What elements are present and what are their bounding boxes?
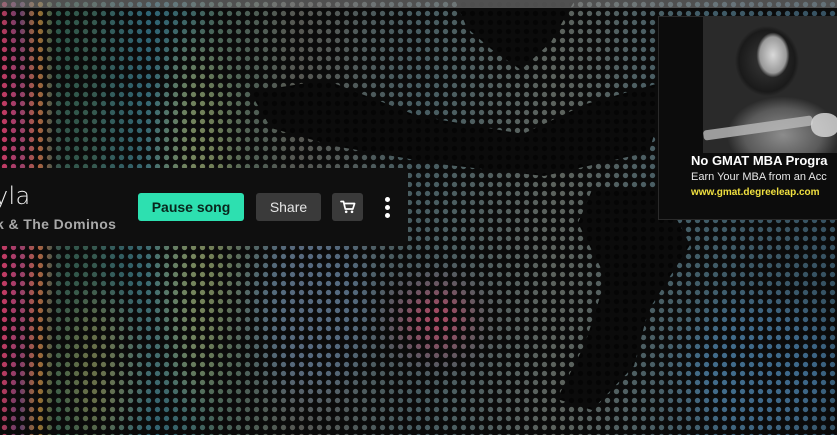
more-vertical-icon bbox=[384, 196, 390, 202]
more-vertical-icon-dot bbox=[384, 204, 390, 210]
now-playing-card: yla k & The Dominos Pause song Share bbox=[0, 168, 408, 246]
ad-photo bbox=[702, 17, 837, 153]
top-browser-strip bbox=[0, 0, 837, 8]
pause-song-label: Pause song bbox=[151, 199, 231, 215]
ad-url[interactable]: www.gmat.degreeleap.com bbox=[691, 187, 820, 198]
more-vertical-icon-dot bbox=[384, 212, 390, 218]
more-options-button[interactable] bbox=[377, 191, 397, 223]
ad-photo-hand bbox=[811, 113, 837, 137]
share-label: Share bbox=[269, 199, 308, 215]
song-title: yla bbox=[0, 182, 31, 210]
buy-button[interactable] bbox=[332, 193, 363, 221]
ad-title[interactable]: No GMAT MBA Progra bbox=[691, 153, 828, 168]
ad-banner[interactable]: No GMAT MBA Progra Earn Your MBA from an… bbox=[658, 16, 837, 220]
pause-song-button[interactable]: Pause song bbox=[138, 193, 244, 221]
artist-name[interactable]: k & The Dominos bbox=[0, 216, 116, 232]
ad-photo-guitar bbox=[702, 115, 814, 141]
share-button[interactable]: Share bbox=[256, 193, 321, 221]
visualizer-stage: yla k & The Dominos Pause song Share No bbox=[0, 0, 837, 435]
ad-subtitle: Earn Your MBA from an Acc bbox=[691, 171, 827, 183]
cart-icon bbox=[339, 200, 355, 214]
